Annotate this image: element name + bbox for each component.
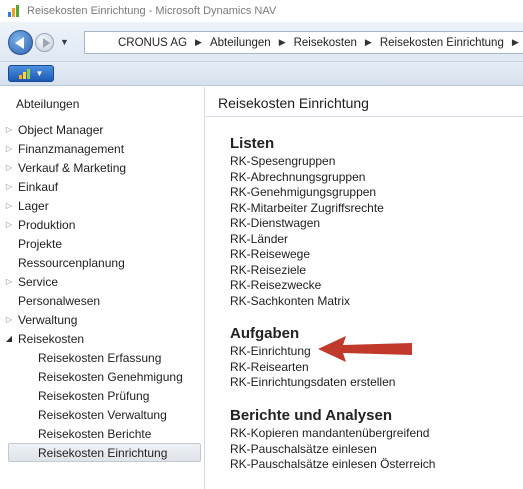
- sidebar-item-label: Reisekosten Genehmigung: [38, 369, 183, 384]
- link-rk-reiseziele[interactable]: RK-Reiseziele: [230, 263, 384, 279]
- triangle-right-icon[interactable]: ▷: [0, 220, 18, 229]
- sidebar-subitem-reisekosten-pruefung[interactable]: Reisekosten Prüfung: [0, 386, 205, 405]
- sidebar-item-finanzmanagement[interactable]: ▷ Finanzmanagement: [0, 139, 205, 158]
- dynamics-nav-logo-icon: [18, 68, 33, 79]
- triangle-right-icon[interactable]: ▷: [0, 125, 18, 134]
- application-menu-button[interactable]: ▼: [8, 65, 54, 82]
- sidebar-item-einkauf[interactable]: ▷ Einkauf: [0, 177, 205, 196]
- triangle-right-icon[interactable]: ▷: [0, 144, 18, 153]
- sidebar-item-label: Einkauf: [18, 179, 59, 194]
- chevron-down-icon: ▼: [35, 69, 44, 78]
- triangle-right-icon[interactable]: ▷: [0, 182, 18, 191]
- sidebar-subitem-reisekosten-verwaltung[interactable]: Reisekosten Verwaltung: [0, 405, 205, 424]
- section-title: Berichte und Analysen: [230, 407, 392, 424]
- forward-arrow-icon[interactable]: [35, 33, 54, 52]
- sidebar-item-service[interactable]: ▷ Service: [0, 272, 205, 291]
- sidebar-item-produktion[interactable]: ▷ Produktion: [0, 215, 205, 234]
- link-rk-pauschalsaetze-einlesen[interactable]: RK-Pauschalsätze einlesen: [230, 442, 435, 458]
- sidebar-item-label: Verkauf & Marketing: [18, 160, 127, 175]
- sidebar-item-label: Lager: [18, 198, 49, 213]
- sidebar-item-label: Reisekosten Prüfung: [38, 388, 150, 403]
- annotation-arrow-icon: [318, 336, 412, 362]
- window-titlebar: Reisekosten Einrichtung - Microsoft Dyna…: [0, 0, 523, 22]
- triangle-right-icon[interactable]: ▷: [0, 315, 18, 324]
- sidebar-item-verwaltung[interactable]: ▷ Verwaltung: [0, 310, 205, 329]
- address-bar: ▼ CRONUS AG ▶ Abteilungen ▶ Reisekosten …: [0, 22, 523, 62]
- link-rk-abrechnungsgruppen[interactable]: RK-Abrechnungsgruppen: [230, 170, 384, 186]
- section-berichte-und-analysen: Berichte und Analysen RK-Kopieren mandan…: [230, 407, 435, 473]
- sidebar-item-verkauf-marketing[interactable]: ▷ Verkauf & Marketing: [0, 158, 205, 177]
- main-content: Reisekosten Einrichtung Listen RK-Spesen…: [206, 87, 523, 489]
- breadcrumb-item[interactable]: Reisekosten: [289, 37, 362, 49]
- sidebar-subitem-reisekosten-einrichtung[interactable]: Reisekosten Einrichtung: [8, 443, 201, 462]
- sidebar-item-label: Projekte: [18, 236, 63, 251]
- section-title: Listen: [230, 135, 275, 152]
- sidebar-item-personalwesen[interactable]: Personalwesen: [0, 291, 205, 310]
- triangle-right-icon[interactable]: ▷: [0, 201, 18, 210]
- menu-bar: ▼: [0, 62, 523, 86]
- chevron-right-icon[interactable]: ▶: [276, 37, 289, 48]
- sidebar-item-label: Service: [18, 274, 59, 289]
- breadcrumb-item[interactable]: CRONUS AG: [85, 37, 192, 49]
- sidebar-subitem-reisekosten-genehmigung[interactable]: Reisekosten Genehmigung: [0, 367, 205, 386]
- link-rk-laender[interactable]: RK-Länder: [230, 232, 384, 248]
- breadcrumb[interactable]: CRONUS AG ▶ Abteilungen ▶ Reisekosten ▶ …: [84, 31, 523, 54]
- sidebar-item-label: Finanzmanagement: [18, 141, 125, 156]
- triangle-right-icon[interactable]: ▷: [0, 277, 18, 286]
- sidebar-item-label: Personalwesen: [18, 293, 101, 308]
- sidebar-item-projekte[interactable]: Projekte: [0, 234, 205, 253]
- link-rk-genehmigungsgruppen[interactable]: RK-Genehmigungsgruppen: [230, 185, 384, 201]
- chevron-right-icon[interactable]: ▶: [362, 37, 375, 48]
- window-title: Reisekosten Einrichtung - Microsoft Dyna…: [27, 5, 277, 17]
- sidebar-subitem-reisekosten-erfassung[interactable]: Reisekosten Erfassung: [0, 348, 205, 367]
- link-rk-pauschalsaetze-einlesen-oesterreich[interactable]: RK-Pauschalsätze einlesen Österreich: [230, 457, 435, 473]
- link-rk-spesengruppen[interactable]: RK-Spesengruppen: [230, 154, 384, 170]
- sidebar-item-ressourcenplanung[interactable]: Ressourcenplanung: [0, 253, 205, 272]
- sidebar-item-label: Object Manager: [18, 122, 104, 137]
- navigation-pane: Abteilungen ▷ Object Manager ▷ Finanzman…: [0, 87, 205, 489]
- dynamics-nav-logo-icon: [8, 5, 22, 17]
- link-rk-reisezwecke[interactable]: RK-Reisezwecke: [230, 278, 384, 294]
- sidebar-item-label: Reisekosten Berichte: [38, 426, 152, 441]
- sidebar-item-label: Reisekosten Verwaltung: [38, 407, 167, 422]
- triangle-down-icon[interactable]: ◢: [0, 334, 18, 343]
- triangle-right-icon[interactable]: ▷: [0, 163, 18, 172]
- sidebar-subitem-reisekosten-berichte[interactable]: Reisekosten Berichte: [0, 424, 205, 443]
- sidebar-item-object-manager[interactable]: ▷ Object Manager: [0, 120, 205, 139]
- link-rk-reisewege[interactable]: RK-Reisewege: [230, 247, 384, 263]
- sidebar-item-lager[interactable]: ▷ Lager: [0, 196, 205, 215]
- link-rk-sachkonten-matrix[interactable]: RK-Sachkonten Matrix: [230, 294, 384, 310]
- link-rk-mitarbeiter-zugriffsrechte[interactable]: RK-Mitarbeiter Zugriffsrechte: [230, 201, 384, 217]
- sidebar-item-label: Ressourcenplanung: [18, 255, 125, 270]
- sidebar-item-label: Reisekosten Erfassung: [38, 350, 162, 365]
- sidebar-item-label: Verwaltung: [18, 312, 78, 327]
- section-listen: Listen RK-Spesengruppen RK-Abrechnungsgr…: [230, 135, 384, 309]
- chevron-right-icon[interactable]: ▶: [509, 37, 522, 48]
- page-title: Reisekosten Einrichtung: [206, 87, 523, 117]
- sidebar-item-label: Reisekosten: [18, 331, 85, 346]
- link-rk-kopieren-mandantenuebergreifend[interactable]: RK-Kopieren mandantenübergreifend: [230, 426, 435, 442]
- link-rk-dienstwagen[interactable]: RK-Dienstwagen: [230, 216, 384, 232]
- sidebar-item-label: Produktion: [18, 217, 76, 232]
- sidebar-header[interactable]: Abteilungen: [16, 97, 79, 111]
- sidebar-item-label: Reisekosten Einrichtung: [38, 445, 168, 460]
- sidebar-item-reisekosten[interactable]: ◢ Reisekosten: [0, 329, 205, 348]
- back-arrow-icon[interactable]: [8, 30, 33, 55]
- link-rk-einrichtungsdaten-erstellen[interactable]: RK-Einrichtungsdaten erstellen: [230, 375, 395, 391]
- breadcrumb-item[interactable]: Abteilungen: [205, 37, 276, 49]
- chevron-right-icon[interactable]: ▶: [192, 37, 205, 48]
- breadcrumb-item[interactable]: Reisekosten Einrichtung: [375, 37, 509, 49]
- history-dropdown-icon[interactable]: ▼: [60, 37, 69, 47]
